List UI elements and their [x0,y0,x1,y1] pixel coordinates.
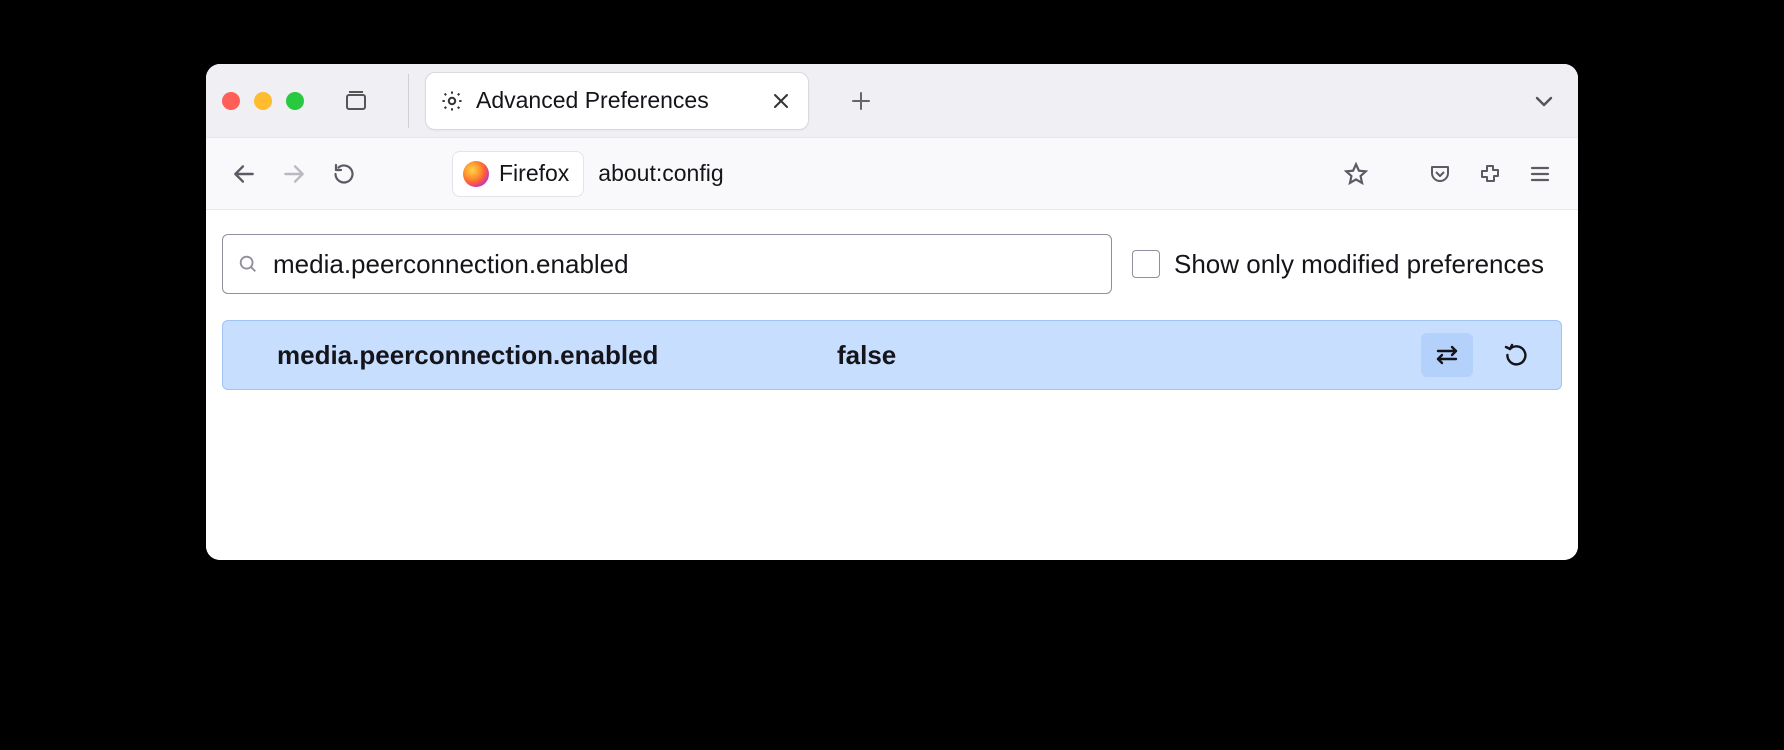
titlebar: Advanced Preferences [206,64,1578,138]
reload-button[interactable] [322,152,366,196]
pref-search-box[interactable] [222,234,1112,294]
reset-button[interactable] [1491,333,1543,377]
pref-search-input[interactable] [273,249,1097,280]
extensions-button[interactable] [1468,152,1512,196]
pocket-button[interactable] [1418,152,1462,196]
toggle-button[interactable] [1421,333,1473,377]
preference-name: media.peerconnection.enabled [277,340,817,371]
forward-button[interactable] [272,152,316,196]
preference-row[interactable]: media.peerconnection.enabled false [222,320,1562,390]
back-button[interactable] [222,152,266,196]
close-window-button[interactable] [222,92,240,110]
nav-toolbar: Firefox about:config [206,138,1578,210]
window-controls [222,92,304,110]
show-modified-label: Show only modified preferences [1174,249,1544,280]
url-text[interactable]: about:config [598,160,723,187]
preference-actions [1421,333,1543,377]
search-row: Show only modified preferences [222,234,1562,294]
browser-window: Advanced Preferences [206,64,1578,560]
about-config-content: Show only modified preferences media.pee… [206,210,1578,560]
titlebar-right [1524,81,1564,121]
browser-tab-active[interactable]: Advanced Preferences [425,72,809,130]
tab-divider [408,74,409,128]
bookmark-star-button[interactable] [1334,152,1378,196]
maximize-window-button[interactable] [286,92,304,110]
list-all-tabs-button[interactable] [1524,81,1564,121]
search-icon [237,253,259,275]
show-modified-checkbox[interactable] [1132,250,1160,278]
tab-close-button[interactable] [770,90,792,112]
new-tab-button[interactable] [841,81,881,121]
firefox-logo-icon [463,161,489,187]
preference-value: false [837,340,1401,371]
show-modified-row: Show only modified preferences [1132,249,1544,280]
app-menu-button[interactable] [1518,152,1562,196]
identity-label: Firefox [499,160,569,187]
gear-icon [440,89,464,113]
identity-chip[interactable]: Firefox [452,151,584,197]
tab-overview-button[interactable] [340,85,372,117]
minimize-window-button[interactable] [254,92,272,110]
tab-title: Advanced Preferences [476,87,758,114]
address-bar[interactable]: Firefox about:config [452,151,724,197]
